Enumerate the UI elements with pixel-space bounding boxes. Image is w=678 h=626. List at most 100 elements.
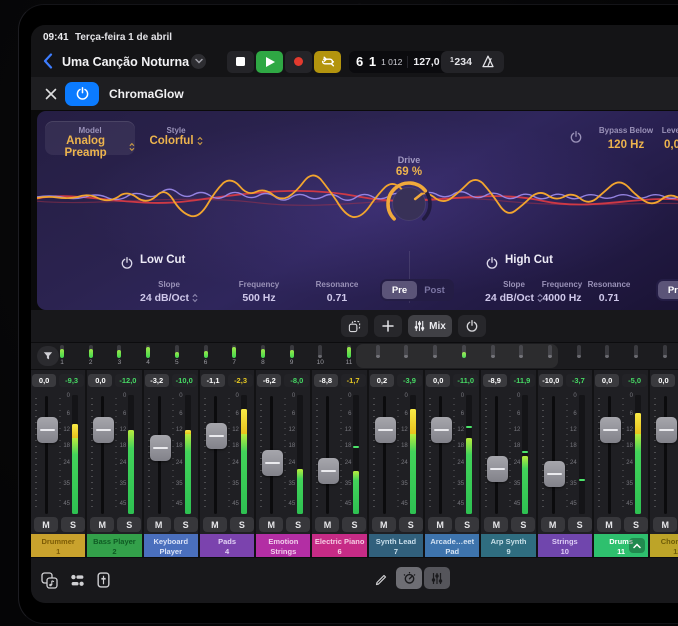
peak-readout[interactable]: -1,7: [341, 374, 366, 387]
lowcut-post-button[interactable]: Post: [417, 281, 452, 299]
volume-fader[interactable]: [375, 417, 396, 443]
volume-fader[interactable]: [93, 417, 114, 443]
record-button[interactable]: [285, 51, 312, 73]
volume-readout[interactable]: 0,0: [426, 374, 450, 387]
track-overview[interactable]: 1234567891011: [31, 343, 678, 370]
solo-button[interactable]: S: [399, 517, 423, 532]
peak-readout[interactable]: -2,3: [228, 374, 253, 387]
volume-readout[interactable]: 0,0: [651, 374, 675, 387]
track-label[interactable]: Synth Lead 7: [369, 534, 423, 557]
song-menu-button[interactable]: [191, 54, 206, 69]
track-label[interactable]: Bass Player 2: [87, 534, 141, 557]
volume-readout[interactable]: 0,0: [32, 374, 56, 387]
track-label[interactable]: Arcade…eet Pad 8: [425, 534, 479, 557]
solo-button[interactable]: S: [342, 517, 366, 532]
volume-fader[interactable]: [600, 417, 621, 443]
track-label[interactable]: Strings 10: [538, 534, 592, 557]
mute-button[interactable]: M: [541, 517, 565, 532]
add-track-button[interactable]: [374, 315, 402, 337]
collapse-button[interactable]: [629, 538, 645, 553]
volume-readout[interactable]: 0,0: [88, 374, 112, 387]
model-selector[interactable]: Model Analog Preamp: [45, 121, 135, 155]
solo-button[interactable]: S: [174, 517, 198, 532]
highcut-power-button[interactable]: [486, 256, 498, 274]
mix-view-button[interactable]: Mix: [408, 315, 452, 337]
volume-fader[interactable]: [206, 423, 227, 449]
lowcut-slope[interactable]: Slope 24 dB/Oct: [134, 280, 204, 304]
track-label[interactable]: Arp Synth 9: [481, 534, 535, 557]
solo-button[interactable]: S: [624, 517, 648, 532]
volume-readout[interactable]: -10,0: [539, 374, 563, 387]
volume-readout[interactable]: 0,2: [370, 374, 394, 387]
sliders-view-button[interactable]: [424, 567, 450, 589]
volume-readout[interactable]: -8,8: [314, 374, 338, 387]
track-label[interactable]: Drummer 1: [31, 534, 85, 557]
plugins-browser-button[interactable]: [67, 570, 87, 590]
metronome-icon[interactable]: [481, 55, 495, 68]
solo-button[interactable]: S: [117, 517, 141, 532]
peak-readout[interactable]: -5,0: [622, 374, 647, 387]
volume-fader[interactable]: [318, 458, 339, 484]
knob-view-button[interactable]: [396, 567, 422, 589]
mute-button[interactable]: M: [597, 517, 621, 532]
mute-button[interactable]: M: [147, 517, 171, 532]
back-button[interactable]: [39, 51, 57, 71]
mute-button[interactable]: M: [653, 517, 677, 532]
peak-readout[interactable]: -8,0: [284, 374, 309, 387]
mute-button[interactable]: M: [259, 517, 283, 532]
mute-button[interactable]: M: [90, 517, 114, 532]
mute-button[interactable]: M: [34, 517, 58, 532]
solo-button[interactable]: S: [511, 517, 535, 532]
overview-visible-range[interactable]: [356, 344, 558, 368]
peak-readout[interactable]: -10,0: [172, 374, 197, 387]
volume-fader[interactable]: [150, 435, 171, 461]
track-label[interactable]: Electric Piano 6: [312, 534, 366, 557]
peak-readout[interactable]: -3,7: [566, 374, 591, 387]
level-control[interactable]: Level 0,0: [632, 126, 678, 151]
mute-button[interactable]: M: [203, 517, 227, 532]
fader-controls-button[interactable]: [93, 570, 113, 590]
drive-knob[interactable]: [381, 176, 437, 232]
volume-fader[interactable]: [487, 456, 508, 482]
count-in-button[interactable]: 1234: [450, 56, 472, 68]
mute-button[interactable]: M: [372, 517, 396, 532]
lowcut-power-button[interactable]: [121, 256, 133, 274]
volume-readout[interactable]: 0,0: [595, 374, 619, 387]
track-label[interactable]: Chorus V 12: [650, 534, 678, 557]
volume-fader[interactable]: [37, 417, 58, 443]
peak-readout[interactable]: -9,3: [59, 374, 84, 387]
volume-readout[interactable]: -6,2: [257, 374, 281, 387]
peak-readout[interactable]: -11,0: [453, 374, 478, 387]
loop-browser-button[interactable]: [39, 570, 59, 590]
cycle-button[interactable]: [314, 51, 341, 73]
plugin-close-button[interactable]: [43, 86, 59, 102]
plugin-power-button[interactable]: [65, 82, 99, 106]
volume-fader[interactable]: [431, 417, 452, 443]
volume-fader[interactable]: [656, 417, 677, 443]
lowcut-resonance[interactable]: Resonance 0.71: [302, 280, 372, 304]
volume-fader[interactable]: [544, 461, 565, 487]
lowcut-pre-button[interactable]: Pre: [382, 281, 417, 299]
duplicate-button[interactable]: [341, 315, 368, 337]
volume-readout[interactable]: -8,9: [483, 374, 507, 387]
mute-button[interactable]: M: [428, 517, 452, 532]
track-label[interactable]: Drums 11: [594, 534, 648, 557]
style-selector[interactable]: Style Colorful: [147, 121, 205, 155]
peak-readout[interactable]: -12,0: [115, 374, 140, 387]
track-label[interactable]: Keyboard Player 3: [144, 534, 198, 557]
solo-button[interactable]: S: [286, 517, 310, 532]
track-label[interactable]: Pads 4: [200, 534, 254, 557]
edit-pencil-button[interactable]: [371, 570, 391, 590]
solo-button[interactable]: S: [61, 517, 85, 532]
volume-readout[interactable]: -1,1: [201, 374, 225, 387]
play-button[interactable]: [256, 51, 283, 73]
volume-readout[interactable]: -3,2: [145, 374, 169, 387]
highcut-pre-button[interactable]: Pre: [658, 281, 678, 299]
solo-button[interactable]: S: [230, 517, 254, 532]
bypass-power-button[interactable]: [570, 130, 582, 148]
highcut-resonance[interactable]: Resonance 0.71: [574, 280, 644, 304]
stop-button[interactable]: [227, 51, 254, 73]
track-label[interactable]: Emotion Strings 5: [256, 534, 310, 557]
peak-readout[interactable]: -11,9: [510, 374, 535, 387]
lowcut-frequency[interactable]: Frequency 500 Hz: [224, 280, 294, 304]
